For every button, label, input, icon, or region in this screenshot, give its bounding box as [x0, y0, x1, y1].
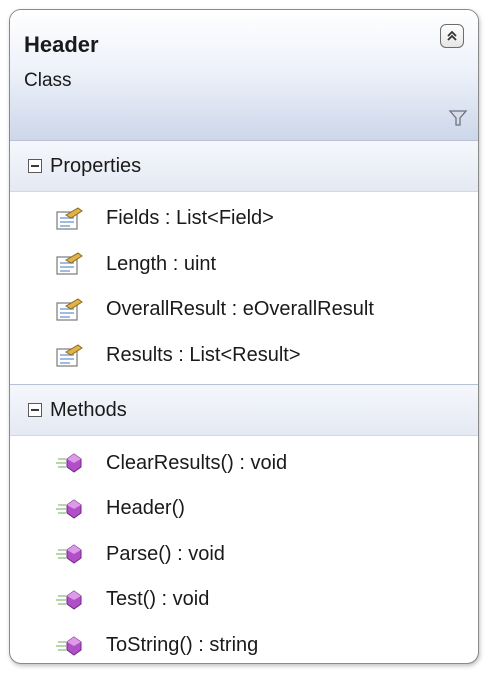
- method-label: ClearResults() : void: [106, 451, 288, 474]
- method-label: Test() : void: [106, 588, 210, 611]
- method-label: Parse() : void: [106, 542, 225, 565]
- property-item[interactable]: Fields : List<Field>: [10, 196, 478, 242]
- class-header: Header Class: [10, 10, 478, 141]
- property-icon: [56, 207, 83, 230]
- properties-list: Fields : List<Field> Length : uint Overa…: [10, 192, 478, 384]
- property-label: OverallResult : eOverallResult: [106, 298, 374, 321]
- properties-section-title: Properties: [50, 154, 142, 177]
- methods-section-title: Methods: [50, 398, 127, 421]
- class-box: Header Class Properties Fields : List<Fi…: [9, 9, 479, 664]
- class-stereotype: Class: [24, 70, 72, 91]
- method-item[interactable]: ToString() : string: [10, 623, 478, 663]
- method-item[interactable]: Header(): [10, 486, 478, 532]
- property-item[interactable]: Length : uint: [10, 242, 478, 288]
- class-name: Header: [24, 32, 99, 57]
- method-icon: [56, 635, 82, 656]
- properties-collapse-toggle[interactable]: [28, 159, 42, 173]
- method-item[interactable]: Test() : void: [10, 577, 478, 623]
- method-label: ToString() : string: [106, 634, 259, 657]
- property-item[interactable]: OverallResult : eOverallResult: [10, 287, 478, 333]
- method-label: Header(): [106, 497, 185, 520]
- filter-icon[interactable]: [448, 108, 468, 128]
- property-icon: [56, 343, 83, 367]
- properties-section-header[interactable]: Properties: [10, 141, 478, 192]
- method-icon: [56, 453, 82, 473]
- methods-list: ClearResults() : void Header() Parse() :…: [10, 436, 478, 663]
- method-icon: [56, 544, 82, 564]
- property-item[interactable]: Results : List<Result>: [10, 333, 478, 379]
- collapse-button[interactable]: [440, 24, 464, 48]
- method-item[interactable]: Parse() : void: [10, 532, 478, 578]
- method-icon: [56, 590, 82, 610]
- method-item[interactable]: ClearResults() : void: [10, 440, 478, 486]
- property-label: Length : uint: [106, 252, 217, 275]
- methods-section-header[interactable]: Methods: [10, 384, 478, 437]
- method-icon: [56, 499, 82, 519]
- property-icon: [56, 252, 83, 275]
- property-label: Fields : List<Field>: [106, 207, 274, 230]
- double-chevron-up-icon: [447, 30, 457, 41]
- methods-collapse-toggle[interactable]: [28, 403, 42, 418]
- property-icon: [56, 298, 83, 321]
- property-label: Results : List<Result>: [106, 344, 301, 367]
